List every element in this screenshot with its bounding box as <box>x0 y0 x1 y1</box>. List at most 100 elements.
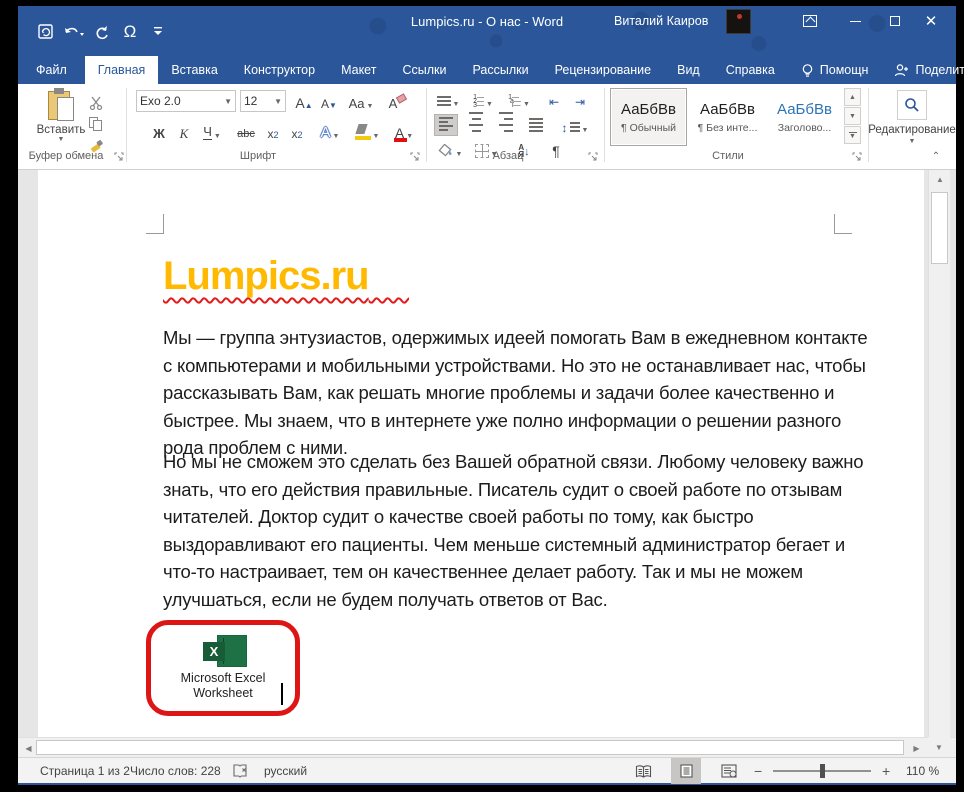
document-page[interactable]: Lumpics.ru Мы — группа энтузиастов, одер… <box>38 170 924 737</box>
share-label: Поделиться <box>915 63 964 77</box>
editing-button[interactable]: Редактирование ▼ <box>874 90 950 145</box>
collapse-ribbon-button[interactable]: ⌃ <box>926 142 946 164</box>
cut-button[interactable] <box>84 90 108 112</box>
ribbon-tabs: Файл Главная Вставка Конструктор Макет С… <box>18 56 956 84</box>
tab-help[interactable]: Справка <box>713 56 788 84</box>
font-name-combobox[interactable]: Exo 2.0▼ <box>136 90 236 112</box>
tab-mailings[interactable]: Рассылки <box>459 56 541 84</box>
copy-button[interactable] <box>84 112 108 134</box>
clipboard-group-label: Буфер обмена <box>24 150 108 162</box>
paragraph-2[interactable]: Но мы не сможем это сделать без Вашей об… <box>163 448 869 613</box>
bold-button[interactable]: Ж <box>148 120 170 142</box>
font-size-value: 12 <box>244 94 257 108</box>
language-indicator[interactable]: русский <box>264 758 307 784</box>
document-area: Lumpics.ru Мы — группа энтузиастов, одер… <box>18 170 956 737</box>
subscript-button[interactable]: x2 <box>262 120 284 142</box>
tab-references[interactable]: Ссылки <box>389 56 459 84</box>
bullets-button[interactable]: ▼ <box>434 88 462 110</box>
scroll-left-button[interactable]: ◀ <box>20 738 37 758</box>
align-left-button[interactable] <box>434 114 458 136</box>
align-right-button[interactable] <box>494 114 518 136</box>
avatar[interactable] <box>726 9 751 34</box>
style-normal[interactable]: АаБбВв ¶ Обычный <box>610 88 687 146</box>
ribbon-display-options-button[interactable] <box>790 6 830 36</box>
paste-label: Вставить <box>37 124 86 136</box>
tab-file[interactable]: Файл <box>18 56 85 84</box>
underline-button[interactable]: Ч▼ <box>198 120 226 142</box>
font-color-button[interactable]: А▼ <box>388 120 420 142</box>
clipboard-dialog-launcher[interactable] <box>114 152 125 163</box>
grow-font-button[interactable]: А▲ <box>292 90 316 112</box>
zoom-slider-handle[interactable] <box>820 764 825 778</box>
font-size-combobox[interactable]: 12▼ <box>240 90 286 112</box>
status-bar: Страница 1 из 2 Число слов: 228 русский … <box>18 757 956 785</box>
proofing-status-icon[interactable] <box>232 758 248 784</box>
font-dialog-launcher[interactable] <box>410 152 421 163</box>
paragraph-group-label: Абзац <box>448 150 568 162</box>
scroll-right-button[interactable]: ▶ <box>908 738 925 758</box>
style-no-spacing[interactable]: АаБбВв ¶ Без инте... <box>689 88 766 146</box>
web-layout-button[interactable] <box>714 758 744 784</box>
zoom-in-button[interactable]: + <box>882 758 890 784</box>
scroll-down-button[interactable]: ▼ <box>928 737 950 757</box>
increase-indent-button[interactable]: ⇥ <box>568 88 592 110</box>
tab-review[interactable]: Рецензирование <box>542 56 665 84</box>
decrease-indent-button[interactable]: ⇤ <box>542 88 566 110</box>
horizontal-scroll-thumb[interactable] <box>36 740 904 755</box>
line-spacing-button[interactable]: ↕ ▼ <box>558 114 592 136</box>
tell-me-button[interactable]: Помощн <box>788 56 882 84</box>
horizontal-scrollbar[interactable]: ◀ ▶ <box>18 737 956 757</box>
text-effects-button[interactable]: А▼ <box>314 120 346 142</box>
ole-label-line1: Microsoft Excel <box>153 671 293 686</box>
styles-scroll-down-button[interactable]: ▼ <box>844 107 861 125</box>
shrink-font-button[interactable]: А▼ <box>318 90 340 112</box>
change-case-button[interactable]: Aa▼ <box>346 90 376 112</box>
read-mode-button[interactable] <box>628 758 658 784</box>
text-boundary-mark-right <box>834 214 852 234</box>
paste-button[interactable]: Вставить ▼ <box>32 88 90 143</box>
text-boundary-mark-left <box>146 214 164 234</box>
styles-more-button[interactable]: ▼ <box>844 126 861 144</box>
paragraph-dialog-launcher[interactable] <box>588 152 599 163</box>
tab-design[interactable]: Конструктор <box>231 56 328 84</box>
share-button[interactable]: Поделиться <box>881 56 964 84</box>
vertical-scroll-thumb[interactable] <box>931 192 948 264</box>
print-layout-button[interactable] <box>671 758 701 784</box>
document-heading[interactable]: Lumpics.ru <box>163 254 409 299</box>
styles-scroll-up-button[interactable]: ▲ <box>844 88 861 106</box>
scroll-up-button[interactable]: ▲ <box>929 170 951 188</box>
share-person-icon <box>894 63 909 77</box>
tab-home[interactable]: Главная <box>85 56 159 84</box>
italic-button[interactable]: К <box>173 120 195 142</box>
align-center-button[interactable] <box>464 114 488 136</box>
tab-view[interactable]: Вид <box>664 56 713 84</box>
clear-formatting-button[interactable]: А <box>380 90 406 112</box>
justify-button[interactable] <box>524 114 548 136</box>
paste-clipboard-icon <box>46 88 76 122</box>
paragraph-1[interactable]: Мы — группа энтузиастов, одержимых идеей… <box>163 324 869 462</box>
minimize-button[interactable] <box>835 6 875 36</box>
tab-layout[interactable]: Макет <box>328 56 389 84</box>
highlight-color-button[interactable]: ▼ <box>350 120 384 142</box>
vertical-scrollbar[interactable]: ▲ <box>928 170 950 737</box>
superscript-button[interactable]: x2 <box>286 120 308 142</box>
embedded-excel-object[interactable]: X Microsoft Excel Worksheet <box>153 627 293 709</box>
tab-insert[interactable]: Вставка <box>158 56 230 84</box>
account-name[interactable]: Виталий Каиров <box>614 14 708 28</box>
font-name-value: Exo 2.0 <box>140 94 181 108</box>
maximize-button[interactable] <box>875 6 915 36</box>
font-group-label: Шрифт <box>168 150 348 162</box>
text-cursor <box>281 683 283 705</box>
styles-dialog-launcher[interactable] <box>852 152 863 163</box>
strikethrough-button[interactable]: abc <box>232 120 260 142</box>
numbering-button[interactable]: 1—2—3—▼ <box>468 88 498 110</box>
zoom-out-button[interactable]: − <box>754 758 762 784</box>
lightbulb-icon <box>801 63 814 78</box>
style-heading1[interactable]: АаБбВв Заголово... <box>768 88 841 146</box>
title-bar: Ω Lumpics.ru - О нас - Word Виталий Каир… <box>18 6 956 56</box>
zoom-level[interactable]: 110 % <box>906 758 939 784</box>
word-count[interactable]: Число слов: 228 <box>130 758 221 784</box>
page-indicator[interactable]: Страница 1 из 2 <box>40 758 130 784</box>
close-button[interactable]: ✕ <box>911 6 951 36</box>
multilevel-list-button[interactable]: 1— a— i—▼ <box>504 88 534 110</box>
